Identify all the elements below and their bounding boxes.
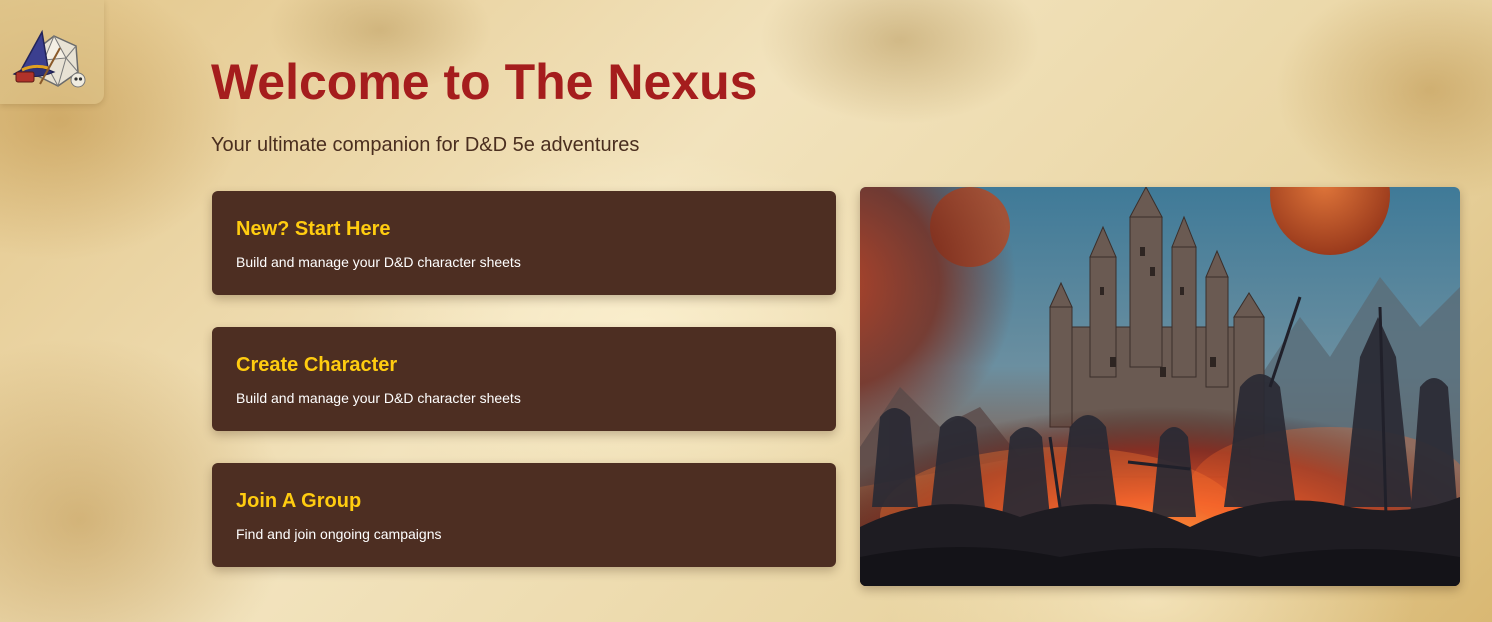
- card-description: Find and join ongoing campaigns: [236, 526, 442, 542]
- castle-battle-illustration: [860, 187, 1460, 586]
- join-group-card[interactable]: Join A Group Find and join ongoing campa…: [212, 463, 836, 567]
- page-subtitle: Your ultimate companion for D&D 5e adven…: [211, 134, 640, 156]
- create-character-card[interactable]: Create Character Build and manage your D…: [212, 327, 836, 431]
- card-description: Build and manage your D&D character shee…: [236, 390, 521, 406]
- start-here-card[interactable]: New? Start Here Build and manage your D&…: [212, 191, 836, 295]
- card-title: Join A Group: [236, 490, 362, 512]
- wizard-dice-logo-icon: [12, 29, 86, 88]
- page-title: Welcome to The Nexus: [211, 54, 758, 110]
- card-title: New? Start Here: [236, 218, 391, 240]
- hero-image: [860, 187, 1460, 586]
- card-description: Build and manage your D&D character shee…: [236, 254, 521, 270]
- card-title: Create Character: [236, 354, 398, 376]
- logo-button[interactable]: [0, 0, 104, 104]
